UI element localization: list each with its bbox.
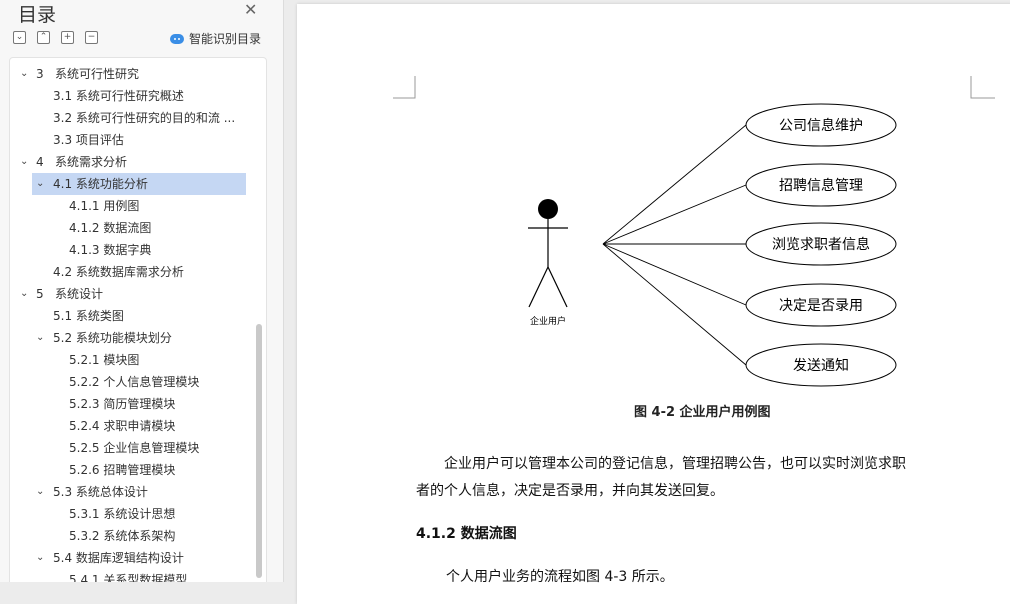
toc-item[interactable]: 5.2.1 模块图 [10, 349, 266, 371]
toc-item-label: 4.2 系统数据库需求分析 [53, 265, 184, 279]
toc-item-number: 5 [36, 287, 44, 301]
actor-figure [528, 199, 568, 308]
document-page: 企业用户 公司信息维护 招聘信息管理 浏览求职者信息 决定是否录用 发送通知 图 4-2… [297, 4, 1010, 604]
actor-label: 企业用户 [530, 315, 566, 327]
toc-item[interactable]: 3.1 系统可行性研究概述 [10, 85, 266, 107]
toc-item-label: 5.2.2 个人信息管理模块 [69, 375, 200, 389]
toc-scrollbar[interactable] [256, 324, 262, 578]
chevron-down-icon[interactable]: ⌄ [36, 173, 48, 195]
toc-item-label: 系统可行性研究 [55, 67, 140, 81]
toc-item[interactable]: 5.2.3 简历管理模块 [10, 393, 266, 415]
toc-item[interactable]: ⌄ 4 系统需求分析 [10, 151, 266, 173]
use-case-label: 公司信息维护 [779, 117, 863, 134]
toc-item[interactable]: 5.2.6 招聘管理模块 [10, 459, 266, 481]
toc-item-label: 5.2 系统功能模块划分 [53, 331, 172, 345]
close-icon[interactable]: ✕ [244, 2, 257, 18]
association-line [602, 124, 747, 245]
toc-panel: 目录 ✕ ⌄ ⌃ + − 智能识别目录 ⌄ 3 系统可行性研究 3.1 系统可行性研究… [0, 0, 284, 582]
chevron-down-icon[interactable]: ⌄ [20, 151, 32, 173]
remove-heading-icon[interactable]: − [85, 31, 98, 44]
expand-up-icon[interactable]: ⌃ [37, 31, 50, 44]
toc-item-label: 3.3 项目评估 [53, 133, 124, 147]
toc-item-label: 5.2.4 求职申请模块 [69, 419, 176, 433]
association-line [602, 184, 747, 245]
use-case-label: 发送通知 [793, 357, 849, 374]
toc-item[interactable]: 5.3.1 系统设计思想 [10, 503, 266, 525]
toc-title: 目录 [18, 4, 57, 26]
use-case-label: 决定是否录用 [779, 298, 863, 314]
chevron-down-icon[interactable]: ⌄ [20, 283, 32, 305]
toc-item-label: 3.2 系统可行性研究的目的和流 ... [53, 111, 236, 125]
toc-item-label: 系统设计 [55, 287, 104, 301]
add-heading-icon[interactable]: + [61, 31, 74, 44]
toc-item[interactable]: 5.1 系统类图 [10, 305, 266, 327]
collapse-all-icon[interactable]: ⌄ [13, 31, 26, 44]
toc-item-label: 5.2.6 招聘管理模块 [69, 463, 176, 477]
toc-item[interactable]: 5.2.2 个人信息管理模块 [10, 371, 266, 393]
toc-item-label: 5.2.5 企业信息管理模块 [69, 441, 200, 455]
toc-item[interactable]: 5.2.4 求职申请模块 [10, 415, 266, 437]
toc-item-number: 3 [36, 67, 44, 81]
toc-item-label: 5.4.1 关系型数据模型 [69, 573, 188, 582]
use-case-label: 浏览求职者信息 [772, 236, 870, 253]
association-line [602, 243, 747, 366]
toc-item[interactable]: ⌄ 5.2 系统功能模块划分 [10, 327, 266, 349]
toc-item-label: 4.1 系统功能分析 [53, 177, 148, 191]
use-case-nodes: 公司信息维护招聘信息管理浏览求职者信息决定是否录用发送通知 [745, 103, 897, 387]
toc-item-label: 5.4 数据库逻辑结构设计 [53, 551, 184, 565]
toc-item[interactable]: 4.1.1 用例图 [10, 195, 266, 217]
toc-item-label: 5.3.1 系统设计思想 [69, 507, 176, 521]
toc-item[interactable]: 3.3 项目评估 [10, 129, 266, 151]
toc-item-label: 4.1.1 用例图 [69, 199, 140, 213]
figure-caption: 图 4-2 企业用户用例图 [634, 405, 771, 420]
toc-item[interactable]: ⌄ 5 系统设计 [10, 283, 266, 305]
toc-item-label: 系统需求分析 [55, 155, 128, 169]
toc-item-label: 5.2.1 模块图 [69, 353, 140, 367]
chevron-down-icon[interactable]: ⌄ [36, 547, 48, 569]
toc-item[interactable]: 5.2.5 企业信息管理模块 [10, 437, 266, 459]
toc-item-label: 5.3.2 系统体系架构 [69, 529, 176, 543]
toc-item-label: 3.1 系统可行性研究概述 [53, 89, 184, 103]
use-case-diagram: 企业用户 公司信息维护招聘信息管理浏览求职者信息决定是否录用发送通知 [528, 103, 897, 387]
smart-toc-label: 智能识别目录 [189, 32, 262, 46]
toc-item[interactable]: ⌄ 3 系统可行性研究 [10, 63, 266, 85]
toc-item[interactable]: 5.3.2 系统体系架构 [10, 525, 266, 547]
toc-item-label: 4.1.3 数据字典 [69, 243, 152, 257]
smart-toc-button[interactable]: 智能识别目录 [170, 30, 261, 47]
association-lines [602, 124, 747, 366]
toc-item[interactable]: 4.1.2 数据流图 [10, 217, 266, 239]
association-line [602, 243, 747, 306]
toc-item[interactable]: ⌄ 5.4 数据库逻辑结构设计 [10, 547, 266, 569]
toc-item[interactable]: 4.2 系统数据库需求分析 [10, 261, 266, 283]
toc-item[interactable]: 5.4.1 关系型数据模型 [10, 569, 266, 582]
toc-item-label: 5.3 系统总体设计 [53, 485, 148, 499]
toc-item[interactable]: ⌄ 4.1 系统功能分析 [10, 173, 266, 195]
toc-list: ⌄ 3 系统可行性研究 3.1 系统可行性研究概述 3.2 系统可行性研究的目的和流 .… [10, 63, 266, 582]
toc-item-label: 5.1 系统类图 [53, 309, 124, 323]
toc-item-number: 4 [36, 155, 44, 169]
toc-item-label: 4.1.2 数据流图 [69, 221, 152, 235]
chevron-down-icon[interactable]: ⌄ [20, 63, 32, 85]
section-heading: 4.1.2 数据流图 [416, 526, 517, 542]
paragraph-2: 个人用户业务的流程如图 4-3 所示。 [446, 569, 674, 585]
paragraph-line-2: 者的个人信息，决定是否录用，并向其发送回复。 [416, 483, 724, 499]
use-case-label: 招聘信息管理 [779, 177, 863, 194]
chevron-down-icon[interactable]: ⌄ [36, 481, 48, 503]
toc-item[interactable]: 3.2 系统可行性研究的目的和流 ... [10, 107, 266, 129]
toc-list-box: ⌄ 3 系统可行性研究 3.1 系统可行性研究概述 3.2 系统可行性研究的目的和流 .… [9, 57, 267, 582]
toc-item[interactable]: ⌄ 5.3 系统总体设计 [10, 481, 266, 503]
toc-item-label: 5.2.3 简历管理模块 [69, 397, 176, 411]
ai-robot-icon [170, 33, 184, 44]
chevron-down-icon[interactable]: ⌄ [36, 327, 48, 349]
toc-item[interactable]: 4.1.3 数据字典 [10, 239, 266, 261]
